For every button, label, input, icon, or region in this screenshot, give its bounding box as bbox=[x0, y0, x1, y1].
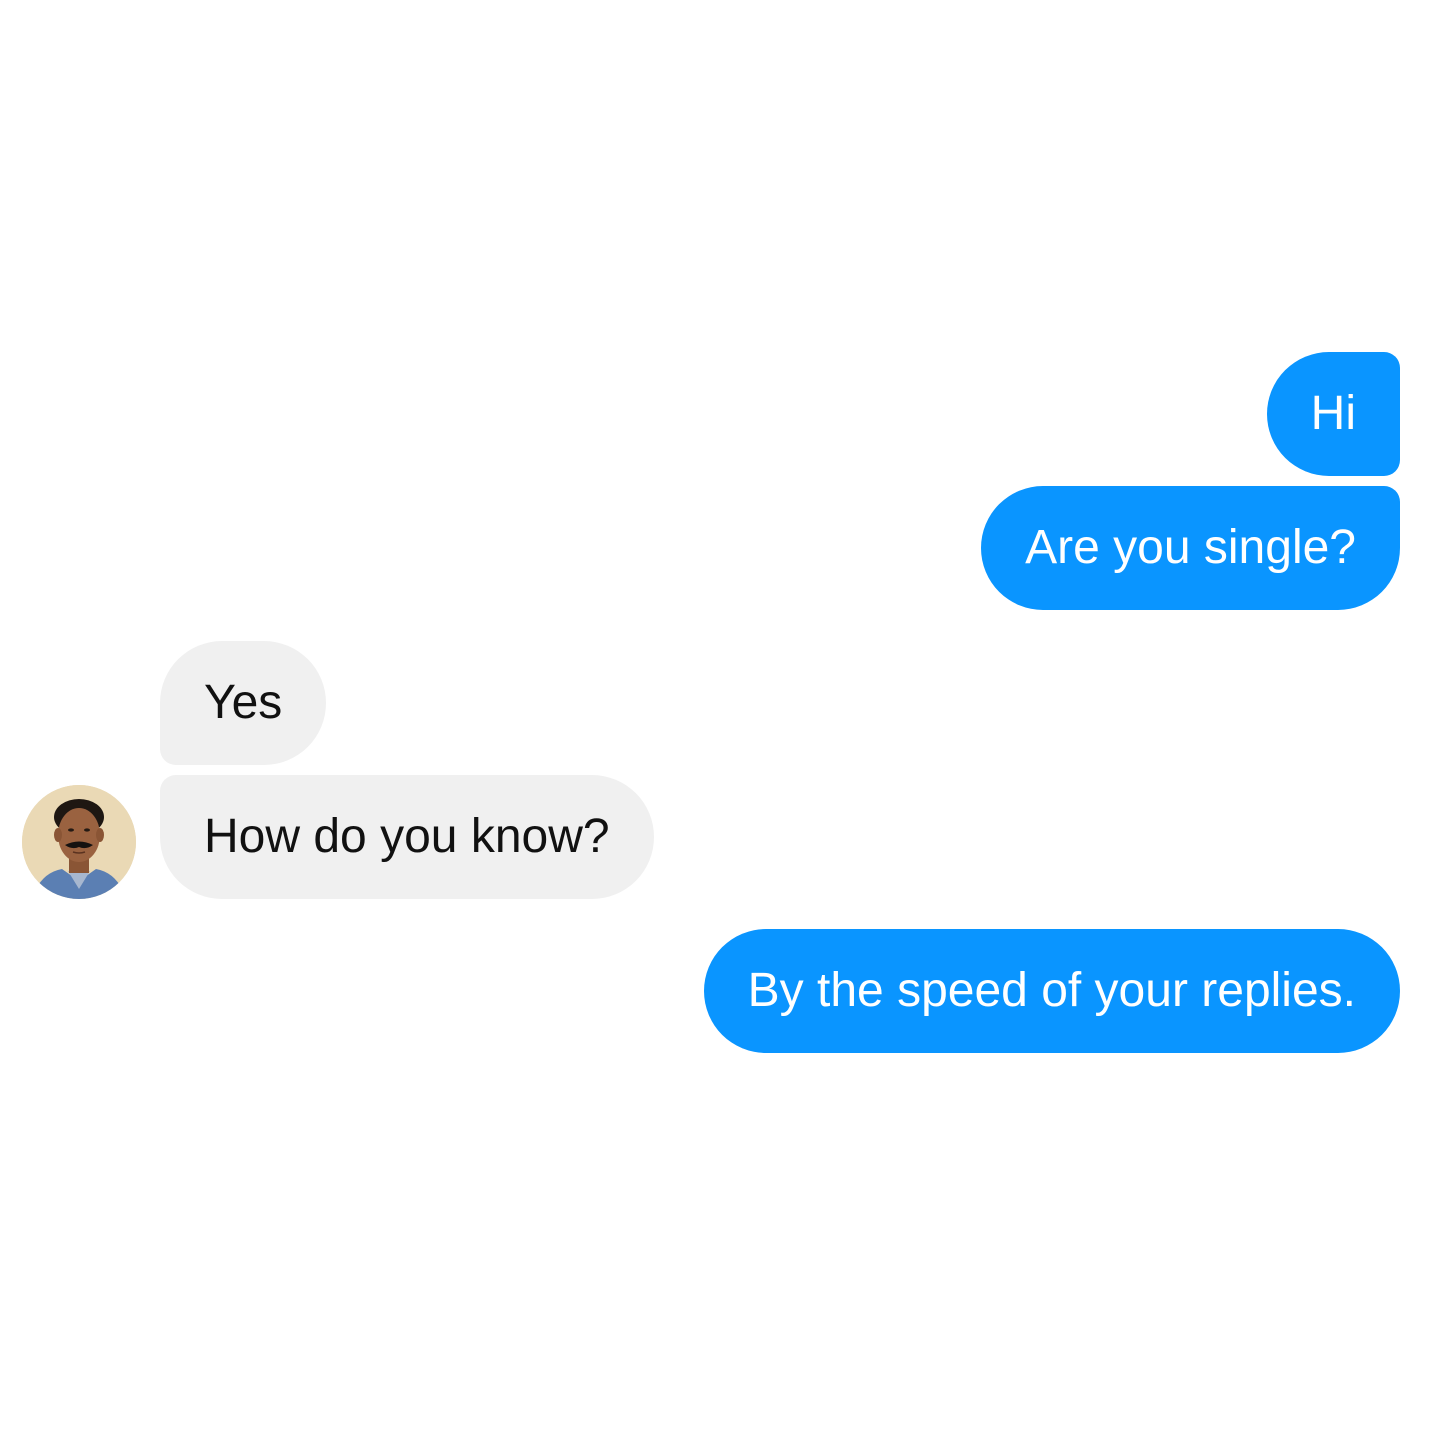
person-photo-icon bbox=[22, 785, 136, 899]
sent-message-bubble[interactable]: By the speed of your replies. bbox=[703, 929, 1400, 1053]
chat-thread: Hi Are you single? Yes How do you know? … bbox=[0, 0, 1440, 1440]
contact-avatar[interactable] bbox=[22, 785, 136, 899]
message-text: Are you single? bbox=[1025, 521, 1356, 574]
message-text: How do you know? bbox=[204, 810, 610, 863]
sent-message-bubble[interactable]: Hi bbox=[1266, 352, 1400, 476]
sent-message-bubble[interactable]: Are you single? bbox=[981, 486, 1400, 610]
message-text: Hi bbox=[1310, 387, 1356, 440]
message-text: Yes bbox=[204, 676, 283, 729]
received-message-bubble[interactable]: Yes bbox=[160, 641, 327, 765]
received-message-bubble[interactable]: How do you know? bbox=[160, 775, 654, 899]
message-text: By the speed of your replies. bbox=[747, 964, 1356, 1017]
